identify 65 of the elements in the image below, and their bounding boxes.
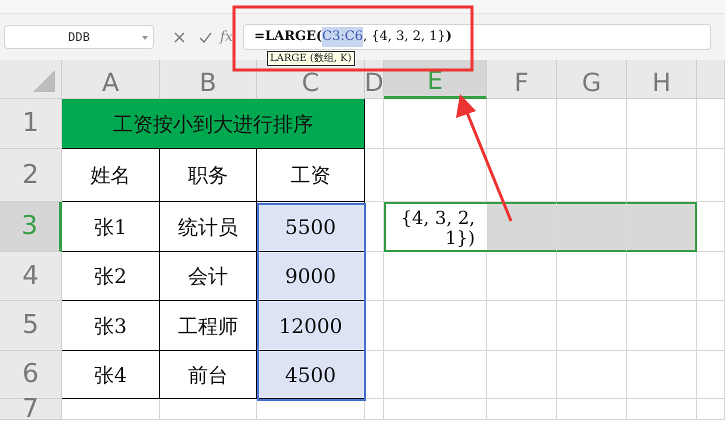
column-header[interactable]: D [365, 60, 384, 99]
caret-icon[interactable] [142, 36, 148, 40]
table-cell: 张2 [62, 252, 160, 301]
corner-triangle-icon[interactable] [33, 70, 55, 92]
empty-cell [557, 399, 627, 420]
empty-cell [697, 301, 725, 351]
column-header[interactable]: H [627, 60, 697, 99]
empty-cell [627, 399, 697, 420]
empty-cell [557, 99, 627, 149]
function-tooltip: LARGE (数组, K) [267, 51, 354, 66]
table-cell: 12000 [257, 301, 365, 351]
table-cell: 张4 [62, 351, 160, 399]
formula-field[interactable]: =LARGE(C3:C6, {4, 3, 2, 1}) [243, 24, 711, 50]
empty-cell [627, 351, 697, 399]
empty-cell [487, 99, 557, 149]
table-cell: 姓名 [62, 149, 160, 202]
empty-cell [627, 99, 697, 149]
row-header[interactable]: 1 [0, 99, 62, 149]
check-icon[interactable] [199, 32, 212, 42]
empty-cell [627, 301, 697, 351]
empty-cell [697, 149, 725, 202]
table-cell: 工程师 [160, 301, 257, 351]
empty-cell [557, 301, 627, 351]
table-cell: 统计员 [160, 202, 257, 252]
empty-cell [697, 252, 725, 301]
column-header[interactable]: F [487, 60, 557, 99]
table-cell: 会计 [160, 252, 257, 301]
table-title: 工资按小到大进行排序 [62, 99, 365, 149]
empty-cell [487, 399, 557, 420]
selected-cell[interactable] [627, 202, 697, 252]
empty-cell [697, 399, 725, 420]
empty-cell [487, 252, 557, 301]
row-header[interactable]: 7 [0, 399, 62, 420]
empty-cell [557, 351, 627, 399]
empty-cell [697, 351, 725, 399]
row-header[interactable]: 2 [0, 149, 62, 202]
row-header[interactable]: 3 [0, 202, 62, 252]
table-cell: 5500 [257, 202, 365, 252]
table-cell: 张1 [62, 202, 160, 252]
empty-cell [627, 252, 697, 301]
name-box[interactable]: DDB [4, 25, 154, 49]
empty-cell [365, 301, 384, 351]
empty-cell [365, 351, 384, 399]
select-all-corner[interactable] [0, 60, 62, 99]
cancel-icon[interactable] [174, 32, 185, 42]
column-header[interactable]: B [160, 60, 257, 99]
empty-cell [697, 202, 725, 252]
table-cell: 9000 [257, 252, 365, 301]
row-header[interactable]: 5 [0, 301, 62, 351]
function-button[interactable]: fx [220, 26, 234, 48]
empty-cell [365, 399, 384, 420]
empty-cell [557, 252, 627, 301]
table-cell: 前台 [160, 351, 257, 399]
column-header[interactable]: A [62, 60, 160, 99]
empty-cell [365, 202, 384, 252]
empty-cell [365, 149, 384, 202]
empty-cell [487, 301, 557, 351]
row-header[interactable]: 4 [0, 252, 62, 301]
row-header[interactable]: 6 [0, 351, 62, 399]
table-cell: 张3 [62, 301, 160, 351]
table-cell: 4500 [257, 351, 365, 399]
column-header[interactable]: G [557, 60, 627, 99]
table-cell: 职务 [160, 149, 257, 202]
empty-cell [365, 252, 384, 301]
empty-cell [487, 351, 557, 399]
